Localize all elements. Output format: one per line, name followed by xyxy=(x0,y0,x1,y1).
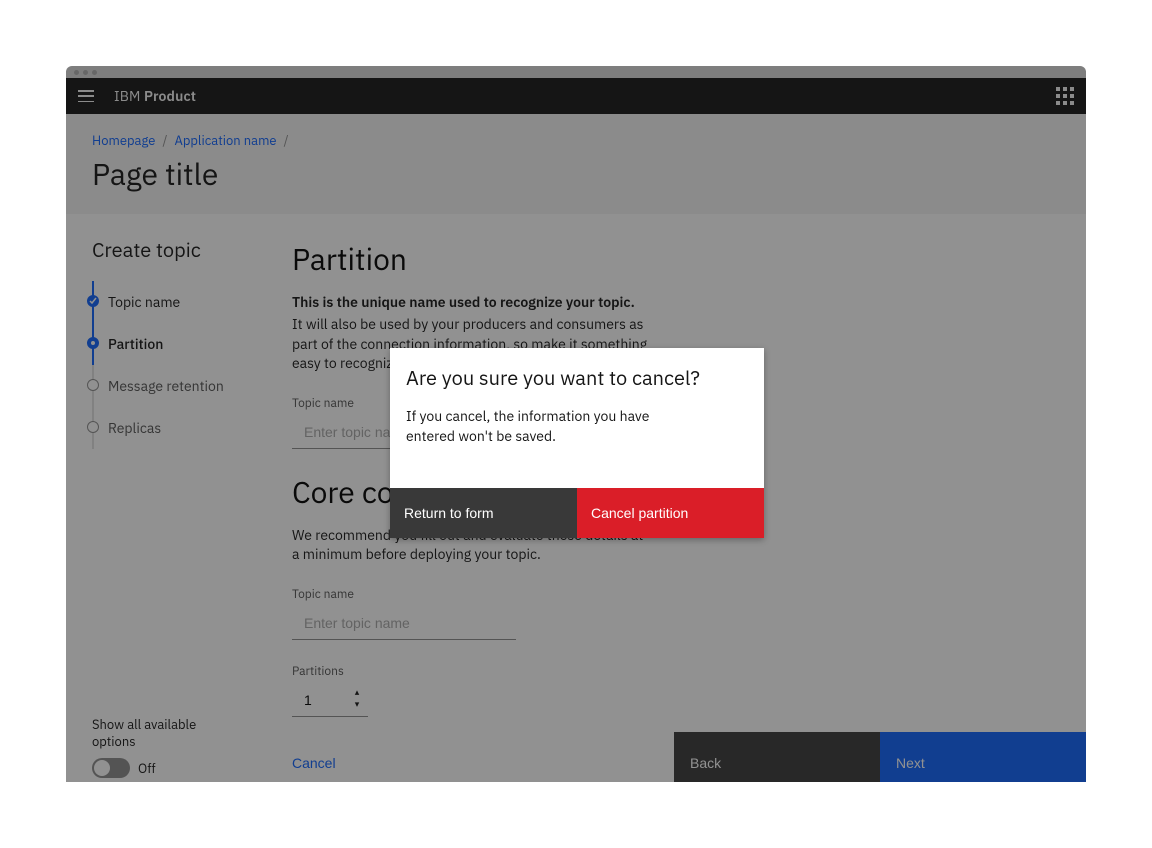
cancel-partition-button[interactable]: Cancel partition xyxy=(577,488,764,538)
app-window: IBM Product Homepage / Application name … xyxy=(66,66,1086,782)
modal-title: Are you sure you want to cancel? xyxy=(406,364,748,391)
return-to-form-button[interactable]: Return to form xyxy=(390,488,577,538)
modal-body: Are you sure you want to cancel? If you … xyxy=(390,348,764,488)
cancel-confirm-modal: Are you sure you want to cancel? If you … xyxy=(390,348,764,538)
modal-text: If you cancel, the information you have … xyxy=(406,407,656,446)
modal-buttons: Return to form Cancel partition xyxy=(390,488,764,538)
